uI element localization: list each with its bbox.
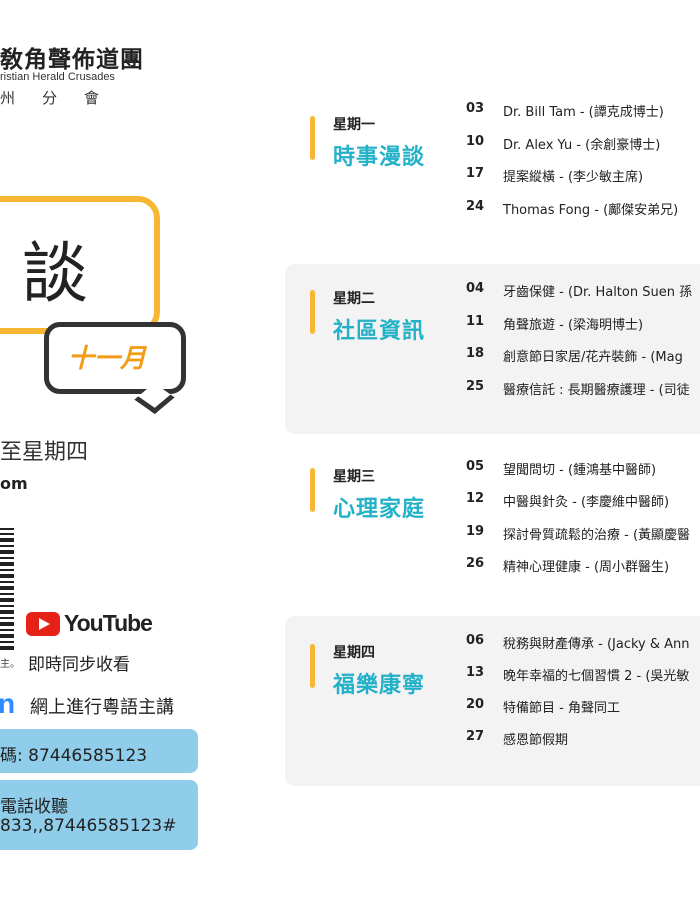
month-label: 十一月 bbox=[68, 344, 147, 374]
row-text: 創意節日家居/花卉裝飾 - (Mag bbox=[503, 350, 683, 365]
day-title: 福樂康寧 bbox=[333, 673, 426, 698]
row-date: 25 bbox=[466, 379, 485, 394]
row-date: 03 bbox=[466, 101, 485, 116]
row-text: 望聞問切 - (鍾鴻基中醫師) bbox=[503, 463, 657, 478]
row-date: 17 bbox=[466, 166, 485, 181]
day-accent-bar bbox=[310, 644, 315, 688]
qr-caption: 主。 bbox=[0, 659, 20, 670]
row-text: 特備節目 - 角聲同工 bbox=[503, 701, 620, 716]
day-accent-bar bbox=[310, 290, 315, 334]
row-date: 26 bbox=[466, 556, 485, 571]
row-date: 13 bbox=[466, 665, 485, 680]
row-date: 19 bbox=[466, 524, 485, 539]
day-label: 星期四 bbox=[333, 645, 375, 661]
row-date: 12 bbox=[466, 491, 485, 506]
email-fragment: om bbox=[0, 474, 28, 493]
row-date: 20 bbox=[466, 697, 485, 712]
row-date: 05 bbox=[466, 459, 485, 474]
row-text: 提案縱橫 - (李少敏主席) bbox=[503, 170, 644, 185]
day-label: 星期三 bbox=[333, 469, 375, 485]
row-date: 10 bbox=[466, 134, 485, 149]
youtube-caption: 即時同步收看 bbox=[28, 655, 130, 675]
play-icon bbox=[39, 618, 50, 630]
day-label: 星期二 bbox=[333, 291, 375, 307]
meeting-id: 碼: 87446585123 bbox=[0, 746, 148, 766]
row-date: 24 bbox=[466, 199, 485, 214]
qr-code bbox=[0, 528, 14, 650]
zoom-caption: 網上進行粵語主講 bbox=[30, 697, 174, 718]
phone-label: 電話收聽 bbox=[0, 797, 68, 817]
day-accent-bar bbox=[310, 468, 315, 512]
row-text: 中醫與針灸 - (李慶維中醫師) bbox=[503, 495, 670, 510]
org-english-name: ristian Herald Crusades bbox=[0, 71, 115, 83]
row-date: 27 bbox=[466, 729, 485, 744]
phone-number: 833,,87446585123# bbox=[0, 816, 177, 836]
row-date: 18 bbox=[466, 346, 485, 361]
row-text: 精神心理健康 - (周小群醫生) bbox=[503, 560, 670, 575]
row-text: 醫療信託 : 長期醫療護理 - (司徒 bbox=[503, 383, 690, 398]
row-date: 11 bbox=[466, 314, 485, 329]
youtube-wordmark: YouTube bbox=[64, 610, 153, 636]
row-text: 探討骨質疏鬆的治療 - (黃顯慶醫 bbox=[503, 528, 691, 543]
flyer-canvas: 敎角聲佈道團 ristian Herald Crusades 州分會 談 十一月… bbox=[0, 0, 700, 900]
row-text: 稅務與財產傳承 - (Jacky & Ann bbox=[503, 637, 690, 652]
bubble-title-char: 談 bbox=[22, 235, 88, 312]
org-name: 敎角聲佈道團 bbox=[0, 47, 144, 73]
row-text: 牙齒保健 - (Dr. Halton Suen 孫 bbox=[503, 285, 693, 300]
row-date: 06 bbox=[466, 633, 485, 648]
days-range: 至星期四 bbox=[0, 440, 89, 465]
day-title: 心理家庭 bbox=[333, 497, 426, 522]
day-accent-bar bbox=[310, 116, 315, 160]
row-text: Thomas Fong - (鄺傑安弟兄) bbox=[503, 203, 679, 218]
row-text: 晚年幸福的七個習慣 2 - (吳光敏 bbox=[503, 669, 690, 684]
zoom-logo-icon: n bbox=[0, 688, 16, 719]
day-title: 時事漫談 bbox=[333, 145, 426, 170]
day-title: 社區資訊 bbox=[333, 319, 426, 344]
row-text: 角聲旅遊 - (梁海明博士) bbox=[503, 318, 644, 333]
row-text: Dr. Bill Tam - (譚克成博士) bbox=[503, 105, 664, 120]
org-branch: 州分會 bbox=[0, 89, 127, 107]
row-date: 04 bbox=[466, 281, 485, 296]
row-text: 感恩節假期 bbox=[503, 733, 569, 748]
day-label: 星期一 bbox=[333, 117, 375, 133]
row-text: Dr. Alex Yu - (余創豪博士) bbox=[503, 138, 661, 153]
